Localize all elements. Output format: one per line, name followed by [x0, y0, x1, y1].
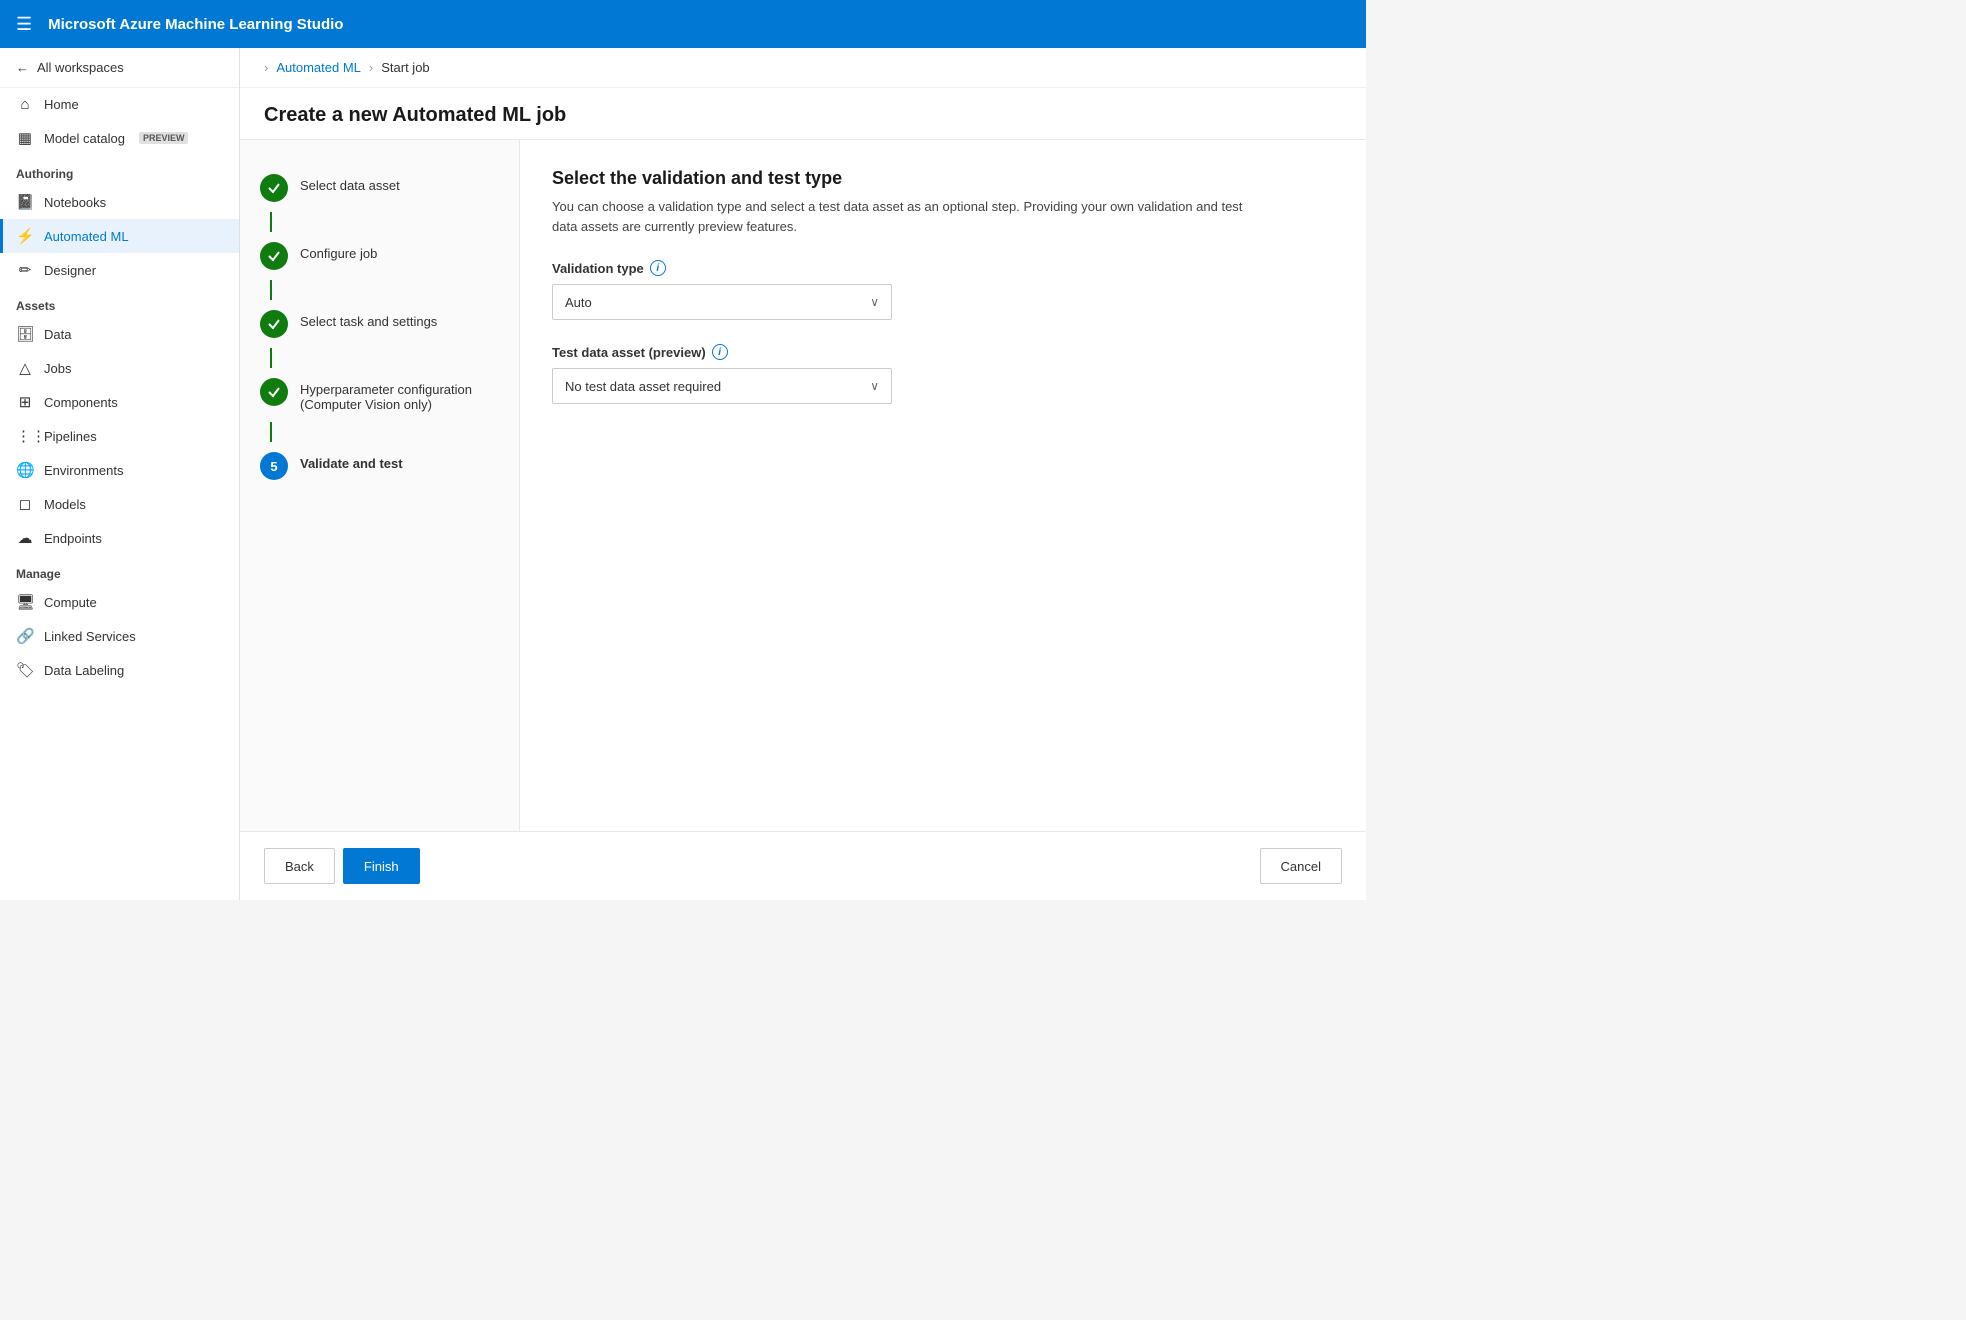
breadcrumb: › Automated ML › Start job	[240, 48, 1366, 88]
footer-bar: Back Finish Cancel	[240, 831, 1366, 900]
sidebar-item-environments[interactable]: 🌐 Environments	[0, 453, 239, 487]
sidebar-item-pipelines[interactable]: ⋮⋮ Pipelines	[0, 419, 239, 453]
sidebar-item-automated-ml[interactable]: ⚡ Automated ML	[0, 219, 239, 253]
assets-section-label: Assets	[0, 287, 239, 317]
sidebar-nav-top: ← All workspaces	[0, 48, 239, 88]
step-1-icon	[260, 174, 288, 202]
pipelines-icon: ⋮⋮	[16, 427, 34, 445]
content-panel: Select the validation and test type You …	[520, 140, 1366, 831]
home-icon: ⌂	[16, 96, 34, 113]
back-to-workspaces[interactable]: ← All workspaces	[16, 60, 223, 75]
step-1-label: Select data asset	[300, 174, 400, 193]
sidebar-item-data-labeling[interactable]: 🏷 Data Labeling	[0, 653, 239, 687]
jobs-icon: △	[16, 359, 34, 377]
sidebar: ← All workspaces ⌂ Home ▦ Model catalog …	[0, 48, 240, 900]
data-labeling-icon: 🏷	[16, 661, 34, 679]
test-data-label: Test data asset (preview) i	[552, 344, 1334, 360]
sidebar-item-models[interactable]: ◻ Models	[0, 487, 239, 521]
components-icon: ⊞	[16, 393, 34, 411]
page-header: Create a new Automated ML job	[240, 88, 1366, 140]
step-3: Select task and settings	[240, 300, 519, 348]
steps-panel: Select data asset Configure job	[240, 140, 520, 831]
linked-services-icon: 🔗	[16, 627, 34, 645]
sidebar-item-jobs[interactable]: △ Jobs	[0, 351, 239, 385]
step-5-icon: 5	[260, 452, 288, 480]
wizard-layout: Select data asset Configure job	[240, 140, 1366, 831]
breadcrumb-automated-ml[interactable]: Automated ML	[276, 60, 361, 75]
step-4-icon	[260, 378, 288, 406]
page-title: Create a new Automated ML job	[264, 104, 1342, 127]
step-connector-1	[270, 212, 272, 232]
environments-icon: 🌐	[16, 461, 34, 479]
step-connector-3	[270, 348, 272, 368]
back-arrow-icon: ←	[16, 60, 29, 75]
validation-type-label: Validation type i	[552, 260, 1334, 276]
step-connector-4	[270, 422, 272, 442]
topbar: ☰ Microsoft Azure Machine Learning Studi…	[0, 0, 1366, 48]
compute-icon: 🖥	[16, 593, 34, 611]
models-icon: ◻	[16, 495, 34, 513]
step-2-label: Configure job	[300, 242, 377, 261]
test-data-field: Test data asset (preview) i No test data…	[552, 344, 1334, 404]
sidebar-item-model-catalog[interactable]: ▦ Model catalog PREVIEW	[0, 121, 239, 155]
step-1: Select data asset	[240, 164, 519, 212]
content-description: You can choose a validation type and sel…	[552, 197, 1252, 236]
step-2: Configure job	[240, 232, 519, 280]
validation-type-chevron: ∨	[870, 295, 879, 309]
sidebar-item-linked-services[interactable]: 🔗 Linked Services	[0, 619, 239, 653]
sidebar-item-home[interactable]: ⌂ Home	[0, 88, 239, 121]
content-title: Select the validation and test type	[552, 168, 1334, 189]
validation-type-field: Validation type i Auto ∨	[552, 260, 1334, 320]
finish-button[interactable]: Finish	[343, 848, 420, 884]
test-data-chevron: ∨	[870, 379, 879, 393]
validation-type-info-icon[interactable]: i	[650, 260, 666, 276]
test-data-dropdown[interactable]: No test data asset required ∨	[552, 368, 892, 404]
data-icon: 🗄	[16, 325, 34, 343]
sidebar-item-compute[interactable]: 🖥 Compute	[0, 585, 239, 619]
validation-type-dropdown[interactable]: Auto ∨	[552, 284, 892, 320]
cancel-button[interactable]: Cancel	[1260, 848, 1342, 884]
manage-section-label: Manage	[0, 555, 239, 585]
model-catalog-icon: ▦	[16, 129, 34, 147]
test-data-info-icon[interactable]: i	[712, 344, 728, 360]
step-5-label: Validate and test	[300, 452, 403, 471]
step-2-icon	[260, 242, 288, 270]
designer-icon: ✏	[16, 261, 34, 279]
breadcrumb-separator: ›	[369, 60, 373, 75]
main-content: › Automated ML › Start job Create a new …	[240, 48, 1366, 900]
preview-badge: PREVIEW	[139, 132, 189, 144]
notebooks-icon: 📓	[16, 193, 34, 211]
endpoints-icon: ☁	[16, 529, 34, 547]
breadcrumb-sep: ›	[264, 60, 268, 75]
sidebar-item-data[interactable]: 🗄 Data	[0, 317, 239, 351]
sidebar-item-endpoints[interactable]: ☁ Endpoints	[0, 521, 239, 555]
sidebar-item-notebooks[interactable]: 📓 Notebooks	[0, 185, 239, 219]
step-3-icon	[260, 310, 288, 338]
authoring-section-label: Authoring	[0, 155, 239, 185]
app-title: Microsoft Azure Machine Learning Studio	[48, 16, 343, 33]
sidebar-item-components[interactable]: ⊞ Components	[0, 385, 239, 419]
test-data-value: No test data asset required	[565, 379, 721, 394]
automated-ml-icon: ⚡	[16, 227, 34, 245]
sidebar-item-designer[interactable]: ✏ Designer	[0, 253, 239, 287]
step-connector-2	[270, 280, 272, 300]
menu-icon[interactable]: ☰	[16, 14, 32, 35]
step-4: Hyperparameter configuration (Computer V…	[240, 368, 519, 422]
breadcrumb-start-job: Start job	[381, 60, 429, 75]
step-4-label: Hyperparameter configuration (Computer V…	[300, 378, 499, 412]
back-button[interactable]: Back	[264, 848, 335, 884]
step-3-label: Select task and settings	[300, 310, 437, 329]
validation-type-value: Auto	[565, 295, 592, 310]
step-5: 5 Validate and test	[240, 442, 519, 490]
